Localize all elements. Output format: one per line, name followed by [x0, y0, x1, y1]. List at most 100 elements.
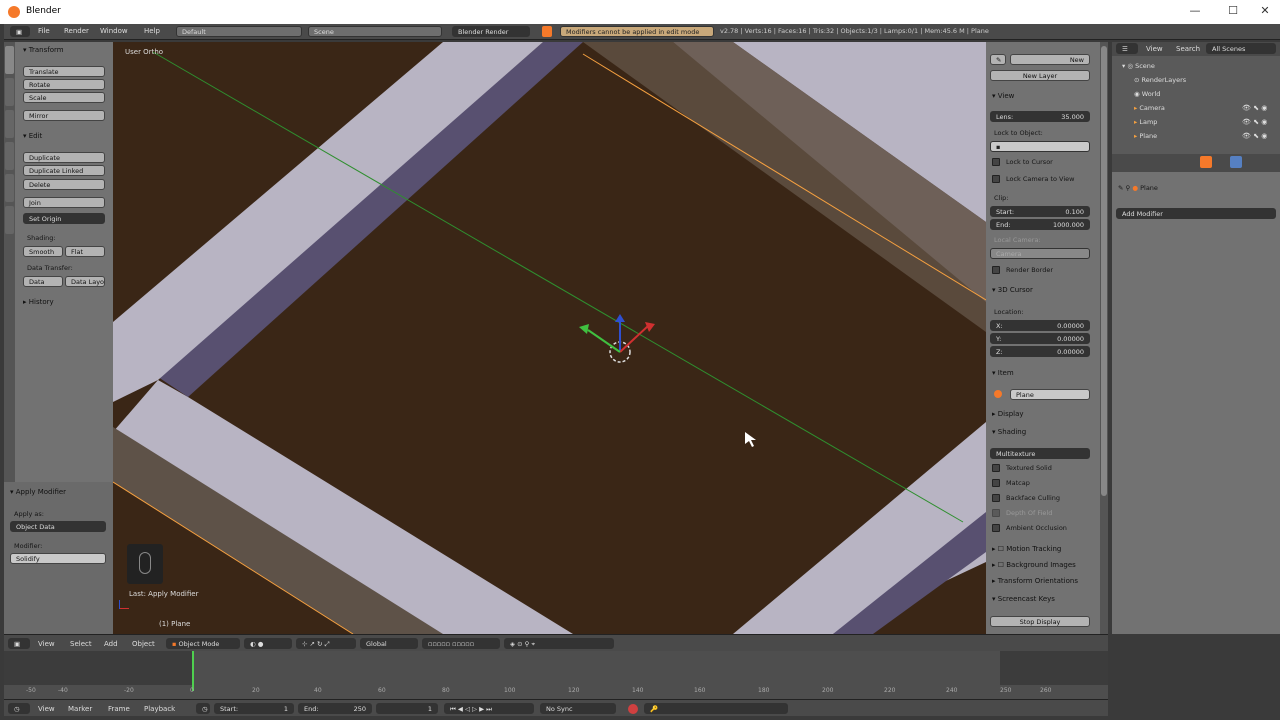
3d-add-menu[interactable]: Add — [104, 640, 118, 648]
data-layout-button[interactable]: Data Layo — [65, 276, 105, 287]
backface-culling-checkbox[interactable] — [992, 494, 1000, 502]
duplicate-button[interactable]: Duplicate — [23, 152, 105, 163]
textured-solid-checkbox[interactable] — [992, 464, 1000, 472]
translate-button[interactable]: Translate — [23, 66, 105, 77]
outliner-editor-icon[interactable]: ☰ — [1116, 43, 1138, 54]
outliner-camera[interactable]: ▸ Camera — [1134, 104, 1165, 112]
sync-select[interactable]: No Sync — [540, 703, 616, 714]
transform-orientations-header[interactable]: ▸ Transform Orientations — [992, 577, 1078, 585]
object-tab-icon[interactable] — [1200, 156, 1212, 168]
rotate-button[interactable]: Rotate — [23, 79, 105, 90]
cursor-x-field[interactable]: X: 0.00000 — [990, 320, 1090, 331]
lock-to-cursor-checkbox[interactable] — [992, 158, 1000, 166]
gizmo-y-axis[interactable] — [587, 329, 621, 353]
n-panel-scrollbar[interactable] — [1100, 42, 1108, 634]
mode-select[interactable]: ▪ Object Mode — [166, 638, 240, 649]
item-name-field[interactable]: Plane — [1010, 389, 1090, 400]
layout-selector[interactable]: Default — [176, 26, 302, 37]
tab-animation[interactable] — [5, 142, 14, 170]
motion-tracking-header[interactable]: ▸ ☐ Motion Tracking — [992, 545, 1061, 553]
snapping-tools[interactable]: ◈ ⊙ ⚲ ⌖ — [504, 638, 614, 649]
timeline-view-menu[interactable]: View — [38, 705, 55, 713]
render-engine-select[interactable]: Blender Render — [452, 26, 530, 37]
outliner-lamp[interactable]: ▸ Lamp — [1134, 118, 1157, 126]
timeline[interactable] — [4, 651, 1108, 699]
new-button[interactable]: New — [1010, 54, 1090, 65]
outliner-plane[interactable]: ▸ Plane — [1134, 132, 1157, 140]
apply-modifier-header[interactable]: ▾ Apply Modifier — [10, 488, 66, 496]
dof-checkbox[interactable] — [992, 509, 1000, 517]
3d-select-menu[interactable]: Select — [70, 640, 92, 648]
tab-relations[interactable] — [5, 110, 14, 138]
current-frame-field[interactable]: 1 — [376, 703, 438, 714]
manipulator-buttons[interactable]: ⊹ ↗ ↻ ⤢ — [296, 638, 356, 649]
transform-header[interactable]: ▾ Transform — [23, 46, 64, 54]
clip-start-field[interactable]: Start: 0.100 — [990, 206, 1090, 217]
matcap-checkbox[interactable] — [992, 479, 1000, 487]
add-modifier-select[interactable]: Add Modifier — [1116, 208, 1276, 219]
delete-button[interactable]: Delete — [23, 179, 105, 190]
record-icon[interactable] — [628, 704, 638, 714]
shading-mode-select[interactable]: Multitexture — [990, 448, 1090, 459]
shading-header[interactable]: ▾ Shading — [992, 428, 1026, 436]
clip-end-field[interactable]: End: 1000.000 — [990, 219, 1090, 230]
current-frame-marker[interactable] — [192, 651, 194, 691]
duplicate-linked-button[interactable]: Duplicate Linked — [23, 165, 105, 176]
plane-visibility-icon[interactable]: 👁 ⬉ ◉ — [1242, 132, 1267, 140]
maximize-button[interactable]: ☐ — [1218, 4, 1248, 20]
display-header[interactable]: ▸ Display — [992, 410, 1024, 418]
local-camera-field[interactable]: Camera — [990, 248, 1090, 259]
minimize-button[interactable]: — — [1180, 4, 1210, 20]
mirror-button[interactable]: Mirror — [23, 110, 105, 121]
data-button[interactable]: Data — [23, 276, 63, 287]
tab-grease-pencil[interactable] — [5, 206, 14, 234]
3d-object-menu[interactable]: Object — [132, 640, 155, 648]
keying-set-field[interactable]: 🔑 — [644, 703, 788, 714]
editor-type-icon[interactable]: ▣ — [10, 26, 30, 37]
3d-editor-icon[interactable]: ▣ — [8, 638, 30, 649]
lock-object-field[interactable]: ▪ — [990, 141, 1090, 152]
tab-tools[interactable] — [5, 46, 14, 74]
lamp-visibility-icon[interactable]: 👁 ⬉ ◉ — [1242, 118, 1267, 126]
stop-display-button[interactable]: Stop Display — [990, 616, 1090, 627]
edit-header[interactable]: ▾ Edit — [23, 132, 42, 140]
history-header[interactable]: ▸ History — [23, 298, 54, 306]
3d-view-menu[interactable]: View — [38, 640, 55, 648]
lock-camera-checkbox[interactable] — [992, 175, 1000, 183]
modifier-tab-icon[interactable] — [1230, 156, 1242, 168]
timeline-editor-icon[interactable]: ◷ — [8, 703, 30, 714]
viewport-shading-select[interactable]: ◐ ● — [244, 638, 292, 649]
outliner-renderlayers[interactable]: ⊙ RenderLayers — [1134, 76, 1186, 84]
apply-as-select[interactable]: Object Data — [10, 521, 106, 532]
playback-controls[interactable]: ⏮ ◀ ◁ ▷ ▶ ⏭ — [444, 703, 534, 714]
scale-button[interactable]: Scale — [23, 92, 105, 103]
cursor-z-field[interactable]: Z: 0.00000 — [990, 346, 1090, 357]
3d-cursor-header[interactable]: ▾ 3D Cursor — [992, 286, 1033, 294]
lens-field[interactable]: Lens: 35.000 — [990, 111, 1090, 122]
close-button[interactable]: ✕ — [1250, 4, 1280, 20]
background-images-header[interactable]: ▸ ☐ Background Images — [992, 561, 1076, 569]
flat-button[interactable]: Flat — [65, 246, 105, 257]
outliner-display-select[interactable]: All Scenes — [1206, 43, 1276, 54]
menu-file[interactable]: File — [38, 27, 50, 35]
outliner-scene[interactable]: ▾ ◎ Scene — [1122, 62, 1155, 70]
outliner-view-menu[interactable]: View — [1146, 45, 1163, 53]
menu-window[interactable]: Window — [100, 27, 128, 35]
view-header[interactable]: ▾ View — [992, 92, 1014, 100]
ambient-occlusion-checkbox[interactable] — [992, 524, 1000, 532]
cursor-y-field[interactable]: Y: 0.00000 — [990, 333, 1090, 344]
screencast-keys-header[interactable]: ▾ Screencast Keys — [992, 595, 1055, 603]
item-header[interactable]: ▾ Item — [992, 369, 1014, 377]
gizmo-y-arrow-icon[interactable] — [579, 324, 589, 334]
orientation-select[interactable]: Global — [360, 638, 418, 649]
end-frame-field[interactable]: End: 250 — [298, 703, 372, 714]
timeline-playback-menu[interactable]: Playback — [144, 705, 175, 713]
menu-render[interactable]: Render — [64, 27, 89, 35]
new-layer-button[interactable]: New Layer — [990, 70, 1090, 81]
timeline-frame-menu[interactable]: Frame — [108, 705, 130, 713]
timeline-marker-menu[interactable]: Marker — [68, 705, 92, 713]
preview-range-toggle[interactable]: ◷ — [196, 703, 210, 714]
outliner-search-menu[interactable]: Search — [1176, 45, 1200, 53]
menu-help[interactable]: Help — [144, 27, 160, 35]
start-frame-field[interactable]: Start: 1 — [214, 703, 294, 714]
